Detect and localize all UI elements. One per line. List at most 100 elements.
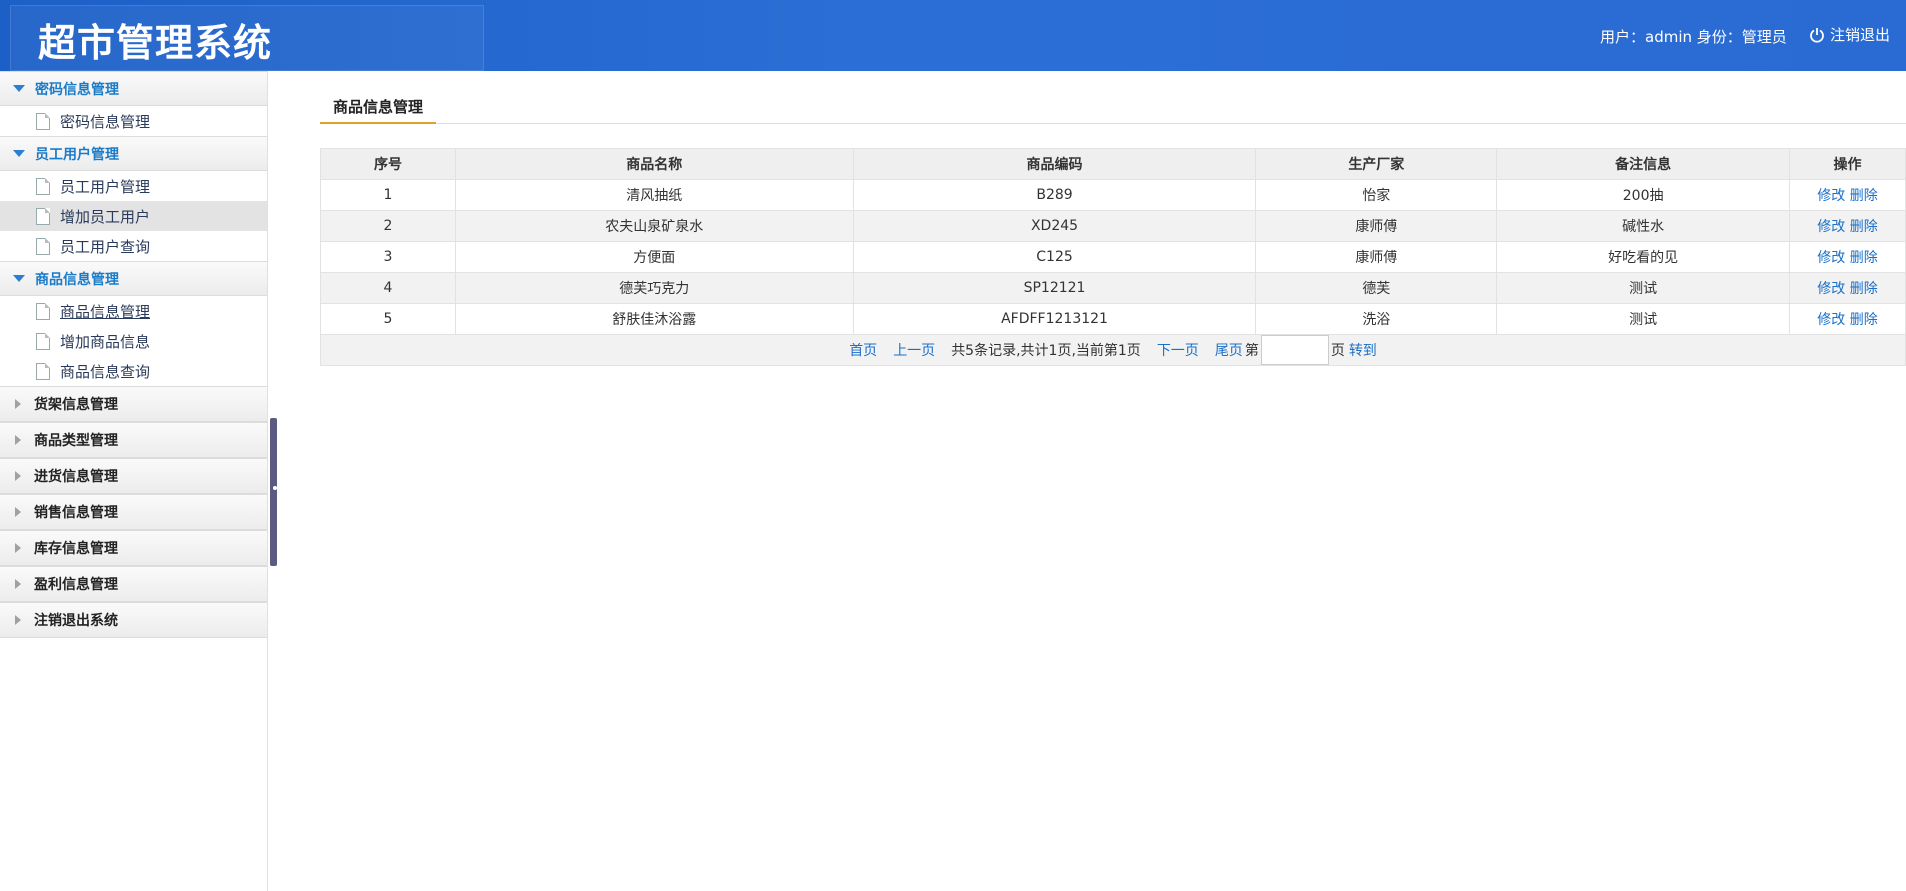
sidebar-item-label: 商品信息管理 (60, 302, 151, 321)
cell-name: 方便面 (454, 241, 854, 273)
power-icon (1810, 27, 1824, 43)
cell-maker: 洗浴 (1255, 303, 1498, 335)
sidebar-group-label: 商品类型管理 (34, 433, 118, 449)
cell-index: 1 (320, 179, 456, 211)
page-number-input[interactable] (1260, 335, 1329, 365)
sidebar-group-shelf[interactable]: 货架信息管理 (0, 386, 267, 422)
edit-link[interactable]: 修改 (1817, 312, 1845, 328)
sidebar-group-label: 货架信息管理 (34, 397, 118, 413)
cell-note: 200抽 (1496, 179, 1791, 211)
table-header-row: 序号 商品名称 商品编码 生产厂家 备注信息 操作 (320, 148, 1906, 180)
cell-maker: 康师傅 (1255, 210, 1498, 242)
sidebar-group-employee[interactable]: 员工用户管理 (0, 136, 267, 171)
cell-name: 农夫山泉矿泉水 (454, 210, 854, 242)
edit-link[interactable]: 修改 (1817, 250, 1845, 266)
pager-cell: 首页 上一页 共5条记录,共计1页,当前第1页 下一页 尾页 第 页 转到 (320, 334, 1906, 366)
collapsed-arrow-icon (15, 543, 21, 553)
next-page-link[interactable]: 下一页 (1157, 340, 1199, 360)
sidebar-group-goods-type[interactable]: 商品类型管理 (0, 422, 267, 458)
sidebar-group-label: 注销退出系统 (34, 613, 118, 629)
cell-maker: 怡家 (1255, 179, 1498, 211)
sidebar-item-goods-query[interactable]: 商品信息查询 (0, 356, 267, 386)
sidebar-item-label: 商品信息查询 (60, 362, 151, 381)
sidebar-item-password-manage[interactable]: 密码信息管理 (0, 106, 267, 136)
sidebar-item-add-goods[interactable]: 增加商品信息 (0, 326, 267, 356)
sidebar-group-profit[interactable]: 盈利信息管理 (0, 566, 267, 602)
logout-label: 注销退出 (1830, 26, 1891, 44)
sidebar-item-employee-query[interactable]: 员工用户查询 (0, 231, 267, 261)
document-icon (36, 332, 50, 350)
collapsed-arrow-icon (15, 471, 21, 481)
tab-goods-manage[interactable]: 商品信息管理 (320, 90, 437, 124)
last-page-link[interactable]: 尾页 (1215, 340, 1243, 360)
goto-button[interactable]: 转到 (1349, 340, 1377, 360)
sidebar-group-label: 商品信息管理 (35, 271, 119, 288)
splitter-grip-icon (273, 486, 277, 490)
collapsed-arrow-icon (15, 399, 21, 409)
column-header: 商品编码 (852, 148, 1257, 180)
table-row: 5 舒肤佳沐浴露 AFDFF1213121 洗浴 测试 修改 删除 (320, 303, 1906, 335)
delete-link[interactable]: 删除 (1850, 250, 1878, 266)
goto-prefix: 第 (1244, 343, 1259, 359)
document-icon (36, 177, 50, 195)
cell-maker: 德芙 (1255, 272, 1498, 304)
sidebar-group-label: 进货信息管理 (34, 469, 118, 485)
pager-info: 共5条记录,共计1页,当前第1页 (951, 343, 1141, 359)
prev-page-link[interactable]: 上一页 (893, 340, 935, 360)
sidebar-item-employee-manage[interactable]: 员工用户管理 (0, 171, 267, 201)
expanded-arrow-icon (13, 275, 25, 282)
sidebar-item-label: 密码信息管理 (60, 112, 151, 131)
collapsed-arrow-icon (15, 435, 21, 445)
cell-index: 4 (320, 272, 456, 304)
cell-name: 舒肤佳沐浴露 (454, 303, 854, 335)
delete-link[interactable]: 删除 (1850, 188, 1878, 204)
sidebar-item-label: 增加商品信息 (60, 332, 151, 351)
document-icon (36, 362, 50, 380)
cell-index: 3 (320, 241, 456, 273)
first-page-link[interactable]: 首页 (849, 340, 877, 360)
edit-link[interactable]: 修改 (1817, 188, 1845, 204)
sidebar-group-password[interactable]: 密码信息管理 (0, 71, 267, 106)
column-header: 生产厂家 (1255, 148, 1498, 180)
cell-actions: 修改 删除 (1789, 210, 1906, 242)
table-row: 3 方便面 C125 康师傅 好吃看的见 修改 删除 (320, 241, 1906, 273)
edit-link[interactable]: 修改 (1817, 281, 1845, 297)
cell-actions: 修改 删除 (1789, 303, 1906, 335)
document-icon (36, 302, 50, 320)
app-title: 超市管理系统 (38, 21, 273, 65)
cell-note: 碱性水 (1496, 210, 1791, 242)
sidebar-group-purchase[interactable]: 进货信息管理 (0, 458, 267, 494)
sidebar-group-goods[interactable]: 商品信息管理 (0, 261, 267, 296)
sidebar-group-logout[interactable]: 注销退出系统 (0, 602, 267, 638)
sidebar-group-label: 盈利信息管理 (34, 577, 118, 593)
tab-bar: 商品信息管理 (320, 90, 1906, 124)
pager-row: 首页 上一页 共5条记录,共计1页,当前第1页 下一页 尾页 第 页 转到 (320, 334, 1906, 366)
delete-link[interactable]: 删除 (1850, 312, 1878, 328)
cell-name: 德芙巧克力 (454, 272, 854, 304)
column-header: 序号 (320, 148, 456, 180)
cell-code: SP12121 (852, 272, 1257, 304)
delete-link[interactable]: 删除 (1850, 281, 1878, 297)
column-header: 商品名称 (454, 148, 854, 180)
table-row: 4 德芙巧克力 SP12121 德芙 测试 修改 删除 (320, 272, 1906, 304)
collapsed-arrow-icon (15, 507, 21, 517)
sidebar-item-label: 员工用户查询 (60, 237, 151, 256)
sidebar-item-add-employee[interactable]: 增加员工用户 (0, 201, 267, 231)
table-row: 1 清风抽纸 B289 怡家 200抽 修改 删除 (320, 179, 1906, 211)
sidebar-group-sales[interactable]: 销售信息管理 (0, 494, 267, 530)
user-info: 用户：admin 身份：管理员 (1600, 28, 1787, 46)
cell-note: 测试 (1496, 272, 1791, 304)
sidebar-splitter-handle[interactable] (270, 418, 277, 566)
goto-suffix: 页 (1330, 343, 1345, 359)
table-row: 2 农夫山泉矿泉水 XD245 康师傅 碱性水 修改 删除 (320, 210, 1906, 242)
cell-code: AFDFF1213121 (852, 303, 1257, 335)
delete-link[interactable]: 删除 (1850, 219, 1878, 235)
edit-link[interactable]: 修改 (1817, 219, 1845, 235)
cell-actions: 修改 删除 (1789, 241, 1906, 273)
cell-note: 好吃看的见 (1496, 241, 1791, 273)
sidebar-group-label: 库存信息管理 (34, 541, 118, 557)
expanded-arrow-icon (13, 85, 25, 92)
logout-button[interactable]: 注销退出 (1809, 24, 1890, 45)
sidebar-group-inventory[interactable]: 库存信息管理 (0, 530, 267, 566)
sidebar-item-goods-manage[interactable]: 商品信息管理 (0, 296, 267, 326)
